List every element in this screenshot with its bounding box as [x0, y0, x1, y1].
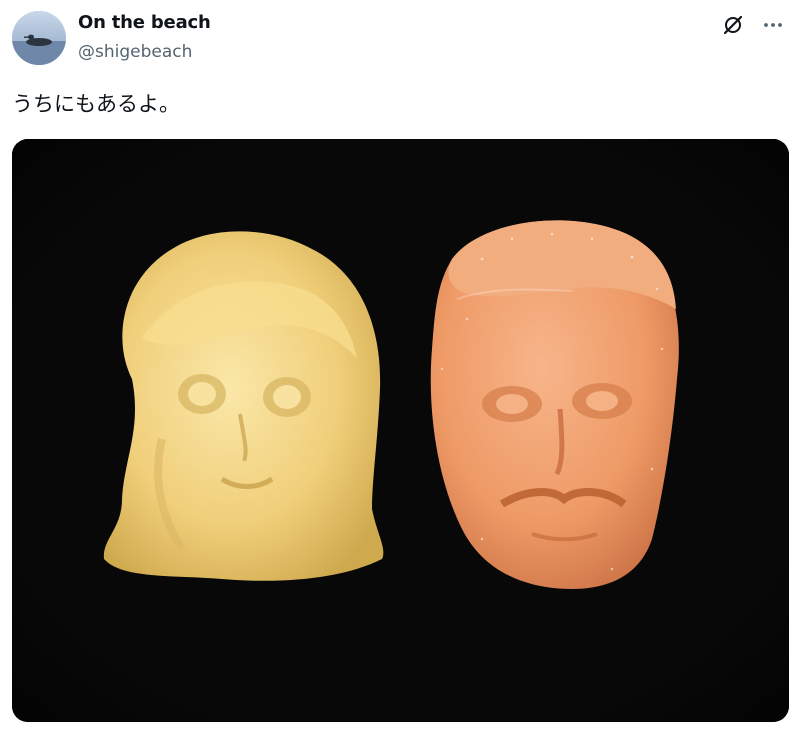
photo-candy-faces: [12, 139, 789, 722]
slashed-circle-icon: [723, 15, 743, 35]
post-header-actions: [720, 12, 786, 38]
author-handle[interactable]: @shigebeach: [78, 42, 192, 62]
post-media-photo[interactable]: [12, 139, 789, 722]
yellow-candy-face: [103, 231, 384, 581]
more-options-button[interactable]: [760, 12, 786, 38]
avatar-image: [12, 11, 66, 65]
orange-candy-face: [430, 220, 679, 589]
more-horizontal-icon: [764, 23, 782, 27]
post-text: うちにもあるよ。: [12, 92, 180, 116]
avatar[interactable]: [12, 11, 66, 65]
grok-button[interactable]: [720, 12, 746, 38]
author-display-name[interactable]: On the beach: [78, 12, 211, 33]
